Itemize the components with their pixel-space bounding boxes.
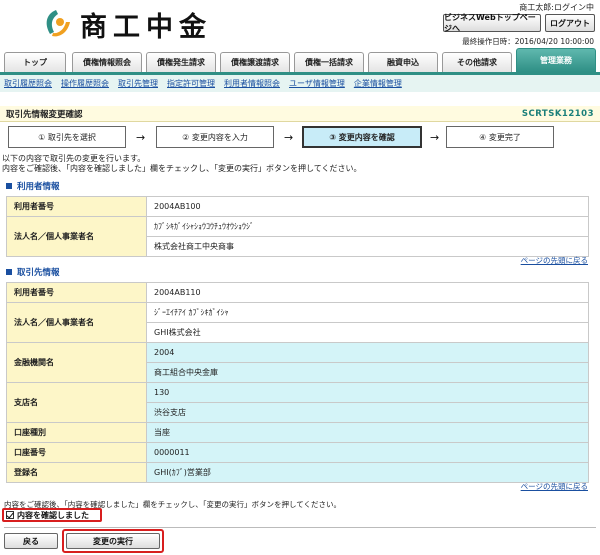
partner-info-table: 利用者番号 2004AB110 法人名／個人事業者名 ｼﾞｰｴｲﾁｱｲ ｶﾌﾞｼ…: [6, 282, 589, 483]
row-value: ｶﾌﾞｼｷｶﾞｲｼｬｼｮｳｺｳﾁｭｳｵｳｼｮｳｼﾞ: [146, 216, 589, 237]
logo: 商工中金: [40, 5, 212, 44]
subnav-transaction-history[interactable]: 取引履歴照会: [4, 78, 52, 89]
instruction-line: 内容をご確認後、「内容を確認しました」欄をチェックし、「変更の実行」ボタンを押し…: [2, 164, 362, 173]
user-info-heading-text: 利用者情報: [17, 182, 60, 192]
tab-claim-bulk[interactable]: 債権一括請求: [294, 52, 364, 72]
progress-steps: ① 取引先を選択 → ② 変更内容を入力 → ③ 変更内容を確認 → ④ 変更完…: [0, 126, 600, 150]
subnav-partner-management[interactable]: 取引先管理: [118, 78, 158, 89]
logo-mark-icon: [40, 8, 74, 42]
user-info-heading: 利用者情報: [6, 180, 60, 192]
page-top-link[interactable]: ページの先頭に戻る: [521, 481, 588, 492]
instruction-text: 以下の内容で取引先の変更を行います。 内容をご確認後、「内容を確認しました」欄を…: [2, 154, 362, 174]
last-operation-time: 最終操作日時：2016/04/20 10:00:00: [462, 37, 594, 46]
logo-text: 商工中金: [80, 12, 212, 43]
logout-button[interactable]: ログアウト: [545, 14, 595, 32]
tab-other-requests[interactable]: その他請求: [442, 52, 512, 72]
step-complete: ④ 変更完了: [446, 126, 554, 148]
table-row: 法人名／個人事業者名 ｶﾌﾞｼｷｶﾞｲｼｬｼｮｳｺｳﾁｭｳｵｳｼｮｳｼﾞ: [6, 216, 589, 257]
step-arrow-icon: →: [430, 131, 440, 144]
row-label: 法人名／個人事業者名: [6, 302, 147, 343]
table-row: 法人名／個人事業者名 ｼﾞｰｴｲﾁｱｲ ｶﾌﾞｼｷｶﾞｲｼｬ: [6, 302, 589, 343]
subnav-user-info-inquiry[interactable]: 利用者情報照会: [224, 78, 280, 89]
page-title: 取引先情報変更確認: [6, 109, 83, 120]
table-row: 登録名 GHI(ｶﾌﾞ)営業部: [6, 462, 589, 483]
sub-navigation: 取引履歴照会 操作履歴照会 取引先管理 指定許可管理 利用者情報照会 ユーザ情報…: [0, 72, 600, 92]
divider: [4, 527, 596, 528]
step-confirm-changes: ③ 変更内容を確認: [302, 126, 422, 148]
page-title-bar: 取引先情報変更確認 SCRTSK12103: [0, 106, 600, 122]
confirm-checkbox[interactable]: 内容を確認しました: [2, 508, 102, 522]
tab-loan-application[interactable]: 融資申込: [368, 52, 438, 72]
table-row: 金融機関名 2004: [6, 342, 589, 383]
page-top-link[interactable]: ページの先頭に戻る: [521, 255, 588, 266]
subnav-operation-history[interactable]: 操作履歴照会: [61, 78, 109, 89]
step-select-partner: ① 取引先を選択: [8, 126, 126, 148]
row-value: 商工組合中央金庫: [146, 362, 589, 383]
row-label: 口座番号: [6, 442, 147, 463]
section-square-icon: [6, 183, 12, 189]
tab-admin[interactable]: 管理業務: [516, 48, 596, 72]
webtop-button[interactable]: ビジネスWebトップページへ: [443, 13, 541, 33]
row-label: 口座種別: [6, 422, 147, 443]
checkbox-checked-icon[interactable]: [6, 511, 14, 519]
subnav-permission-management[interactable]: 指定許可管理: [167, 78, 215, 89]
table-row: 利用者番号 2004AB110: [6, 282, 589, 303]
partner-info-heading: 取引先情報: [6, 266, 60, 278]
row-value: 渋谷支店: [146, 402, 589, 423]
screen-code: SCRTSK12103: [521, 108, 594, 119]
row-value: 当座: [146, 422, 589, 443]
back-button[interactable]: 戻る: [4, 533, 58, 549]
row-value: 2004AB110: [146, 282, 589, 303]
user-info-table: 利用者番号 2004AB100 法人名／個人事業者名 ｶﾌﾞｼｷｶﾞｲｼｬｼｮｳ…: [6, 196, 589, 257]
subnav-company-management[interactable]: 企業情報管理: [354, 78, 402, 89]
row-value: 0000011: [146, 442, 589, 463]
section-square-icon: [6, 269, 12, 275]
row-label: 金融機関名: [6, 342, 147, 383]
main-tabs: トップ 債権情報照会 債権発生請求 債権譲渡請求 債権一括請求 融資申込 その他…: [0, 48, 600, 72]
row-label: 法人名／個人事業者名: [6, 216, 147, 257]
row-label: 利用者番号: [6, 282, 147, 303]
row-label: 利用者番号: [6, 196, 147, 217]
step-arrow-icon: →: [136, 131, 146, 144]
table-row: 支店名 130: [6, 382, 589, 423]
partner-info-heading-text: 取引先情報: [17, 268, 60, 278]
row-value: 130: [146, 382, 589, 403]
step-enter-changes: ② 変更内容を入力: [156, 126, 274, 148]
tab-claim-inquiry[interactable]: 債権情報照会: [72, 52, 142, 72]
confirm-label: 内容を確認しました: [17, 510, 89, 520]
table-row: 口座番号 0000011: [6, 442, 589, 463]
tab-claim-transfer[interactable]: 債権譲渡請求: [220, 52, 290, 72]
subnav-user-management[interactable]: ユーザ情報管理: [289, 78, 345, 89]
step-arrow-icon: →: [284, 131, 294, 144]
row-label: 登録名: [6, 462, 147, 483]
row-value: GHI株式会社: [146, 322, 589, 343]
table-row: 利用者番号 2004AB100: [6, 196, 589, 217]
tab-claim-issue[interactable]: 債権発生請求: [146, 52, 216, 72]
row-value: 2004: [146, 342, 589, 363]
execute-change-button[interactable]: 変更の実行: [66, 533, 160, 549]
header: 商工中金 商工太郎:ログイン中 ビジネスWebトップページへ ログアウト 最終操…: [0, 0, 600, 46]
row-value: ｼﾞｰｴｲﾁｱｲ ｶﾌﾞｼｷｶﾞｲｼｬ: [146, 302, 589, 323]
instruction-line: 以下の内容で取引先の変更を行います。: [2, 154, 146, 163]
row-value: 株式会社商工中央商事: [146, 236, 589, 257]
row-label: 支店名: [6, 382, 147, 423]
row-value: GHI(ｶﾌﾞ)営業部: [146, 462, 589, 483]
tab-top[interactable]: トップ: [4, 52, 66, 72]
row-value: 2004AB100: [146, 196, 589, 217]
table-row: 口座種別 当座: [6, 422, 589, 443]
